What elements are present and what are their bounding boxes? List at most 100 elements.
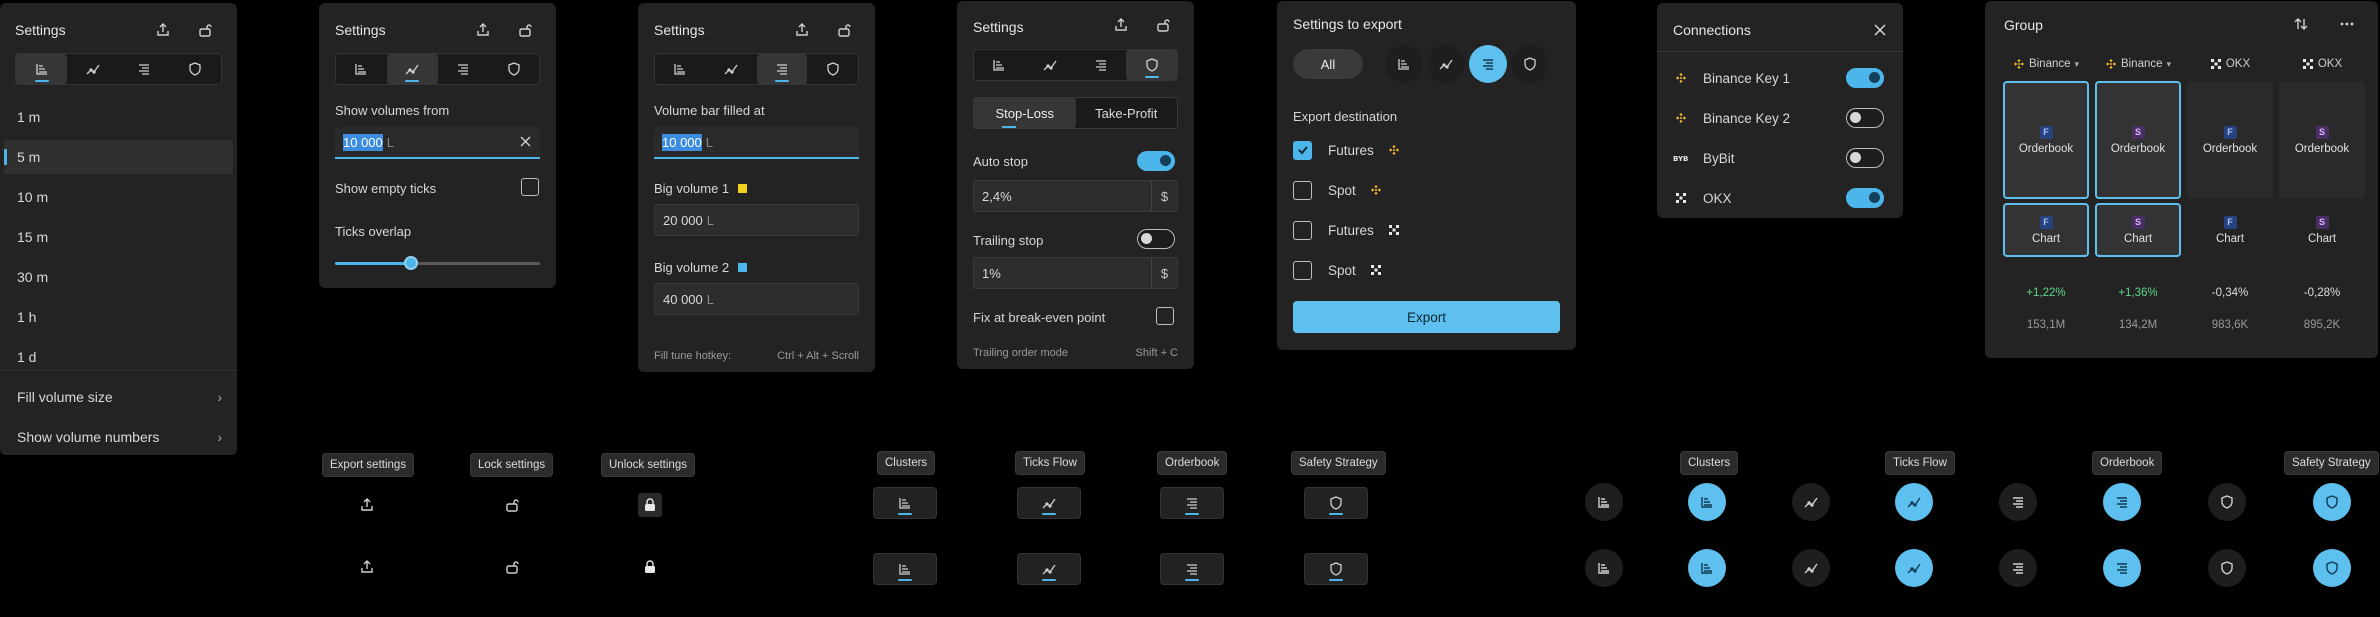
- export-button[interactable]: Export: [1293, 301, 1560, 333]
- destination-checkbox[interactable]: [1293, 220, 1312, 240]
- tab-safety[interactable]: [807, 54, 858, 84]
- tab-ticks-flow-hover[interactable]: [1017, 487, 1081, 519]
- seg-stop-loss[interactable]: Stop-Loss: [974, 98, 1076, 128]
- tab-clusters[interactable]: [16, 54, 68, 84]
- timeframe-option[interactable]: 1 m: [4, 100, 233, 134]
- export-clusters-toggle[interactable]: [1385, 45, 1423, 83]
- seg-take-profit[interactable]: Take-Profit: [1076, 98, 1178, 128]
- connection-toggle[interactable]: [1846, 148, 1884, 168]
- tab-clusters-selected[interactable]: [873, 553, 937, 585]
- lock-open-icon[interactable]: [1152, 14, 1174, 36]
- orderbook-widget[interactable]: F Orderbook: [2187, 81, 2273, 199]
- menu-show-volume-numbers[interactable]: Show volume numbers ›: [17, 429, 222, 445]
- tab-ticks-flow-selected[interactable]: [1017, 553, 1081, 585]
- export-icon[interactable]: [355, 555, 379, 579]
- orderbook-round-toggle[interactable]: [2103, 483, 2141, 521]
- export-icon[interactable]: [1110, 14, 1132, 36]
- safety-round-toggle[interactable]: [2208, 549, 2246, 587]
- tab-clusters[interactable]: [974, 50, 1025, 80]
- export-icon[interactable]: [152, 19, 174, 41]
- connection-toggle[interactable]: [1846, 188, 1884, 208]
- slider-handle[interactable]: [404, 256, 418, 270]
- tab-clusters[interactable]: [655, 54, 706, 84]
- timeframe-option[interactable]: 10 m: [4, 180, 233, 214]
- show-empty-ticks-checkbox[interactable]: [521, 178, 539, 196]
- exchange-selector[interactable]: OKX: [2279, 53, 2365, 75]
- export-orderbook-toggle[interactable]: [1469, 45, 1507, 83]
- tab-clusters[interactable]: [336, 54, 387, 84]
- fix-break-even-checkbox[interactable]: [1156, 307, 1174, 325]
- clusters-round-toggle[interactable]: [1688, 483, 1726, 521]
- tab-ticks-flow[interactable]: [386, 54, 438, 84]
- destination-checkbox[interactable]: [1293, 140, 1312, 160]
- lock-open-icon[interactable]: [194, 19, 216, 41]
- export-ticks-flow-toggle[interactable]: [1427, 45, 1465, 83]
- tab-safety[interactable]: [170, 54, 221, 84]
- export-destination-item[interactable]: Futures: [1293, 139, 1553, 161]
- tab-orderbook-selected[interactable]: [1160, 553, 1224, 585]
- tab-orderbook[interactable]: [1076, 50, 1127, 80]
- timeframe-option[interactable]: 5 m: [4, 140, 233, 174]
- more-icon[interactable]: [2336, 13, 2358, 35]
- orderbook-widget[interactable]: F Orderbook: [2003, 81, 2089, 199]
- chart-widget[interactable]: S Chart: [2279, 203, 2365, 257]
- export-destination-item[interactable]: Futures: [1293, 219, 1553, 241]
- orderbook-round-toggle[interactable]: [1999, 483, 2037, 521]
- big-volume-1-input[interactable]: 20 000 L: [654, 204, 859, 236]
- export-destination-item[interactable]: Spot: [1293, 259, 1553, 281]
- destination-checkbox[interactable]: [1293, 260, 1312, 280]
- ticks-overlap-slider[interactable]: [335, 256, 540, 270]
- orderbook-widget[interactable]: S Orderbook: [2279, 81, 2365, 199]
- lock-open-icon[interactable]: [500, 493, 524, 517]
- export-all-button[interactable]: All: [1293, 49, 1363, 79]
- show-volumes-input[interactable]: 10 000 L: [335, 127, 540, 159]
- connection-toggle[interactable]: [1846, 68, 1884, 88]
- ticks-flow-round-toggle[interactable]: [1895, 483, 1933, 521]
- ticks-flow-round-toggle[interactable]: [1895, 549, 1933, 587]
- big-volume-2-input[interactable]: 40 000 L: [654, 283, 859, 315]
- safety-round-toggle[interactable]: [2313, 483, 2351, 521]
- safety-round-toggle[interactable]: [2208, 483, 2246, 521]
- lock-closed-icon[interactable]: [638, 555, 662, 579]
- chart-widget[interactable]: F Chart: [2187, 203, 2273, 257]
- ticks-flow-round-toggle[interactable]: [1792, 483, 1830, 521]
- volume-bar-input[interactable]: 10 000 L: [654, 127, 859, 159]
- ticks-flow-round-toggle[interactable]: [1792, 549, 1830, 587]
- tab-orderbook[interactable]: [438, 54, 489, 84]
- orderbook-round-toggle[interactable]: [1999, 549, 2037, 587]
- auto-stop-input[interactable]: 2,4% $: [973, 180, 1178, 212]
- tab-orderbook[interactable]: [119, 54, 170, 84]
- exchange-selector[interactable]: OKX: [2187, 53, 2273, 75]
- auto-stop-toggle[interactable]: [1137, 151, 1175, 171]
- export-safety-toggle[interactable]: [1511, 45, 1549, 83]
- trailing-stop-toggle[interactable]: [1137, 229, 1175, 249]
- tab-safety[interactable]: [488, 54, 539, 84]
- export-icon[interactable]: [472, 19, 494, 41]
- clusters-round-toggle[interactable]: [1585, 483, 1623, 521]
- lock-open-icon[interactable]: [514, 19, 536, 41]
- export-icon[interactable]: [791, 19, 813, 41]
- exchange-selector[interactable]: Binance ▾: [2095, 53, 2181, 75]
- export-destination-item[interactable]: Spot: [1293, 179, 1553, 201]
- tab-orderbook-hover[interactable]: [1160, 487, 1224, 519]
- tab-clusters-hover[interactable]: [873, 487, 937, 519]
- tab-safety-selected[interactable]: [1304, 553, 1368, 585]
- tab-ticks-flow[interactable]: [1025, 50, 1076, 80]
- orderbook-round-toggle[interactable]: [2103, 549, 2141, 587]
- timeframe-option[interactable]: 1 d: [4, 340, 233, 374]
- lock-closed-icon[interactable]: [638, 493, 662, 517]
- lock-open-icon[interactable]: [500, 555, 524, 579]
- trailing-stop-input[interactable]: 1% $: [973, 257, 1178, 289]
- chart-widget[interactable]: S Chart: [2095, 203, 2181, 257]
- sort-icon[interactable]: [2290, 13, 2312, 35]
- exchange-selector[interactable]: Binance ▾: [2003, 53, 2089, 75]
- tab-safety[interactable]: [1126, 50, 1177, 80]
- timeframe-option[interactable]: 15 m: [4, 220, 233, 254]
- clear-icon[interactable]: [519, 135, 532, 148]
- safety-round-toggle[interactable]: [2313, 549, 2351, 587]
- timeframe-option[interactable]: 30 m: [4, 260, 233, 294]
- tab-ticks-flow[interactable]: [706, 54, 757, 84]
- tab-orderbook[interactable]: [756, 54, 808, 84]
- color-swatch[interactable]: [738, 184, 748, 193]
- close-icon[interactable]: [1869, 19, 1891, 41]
